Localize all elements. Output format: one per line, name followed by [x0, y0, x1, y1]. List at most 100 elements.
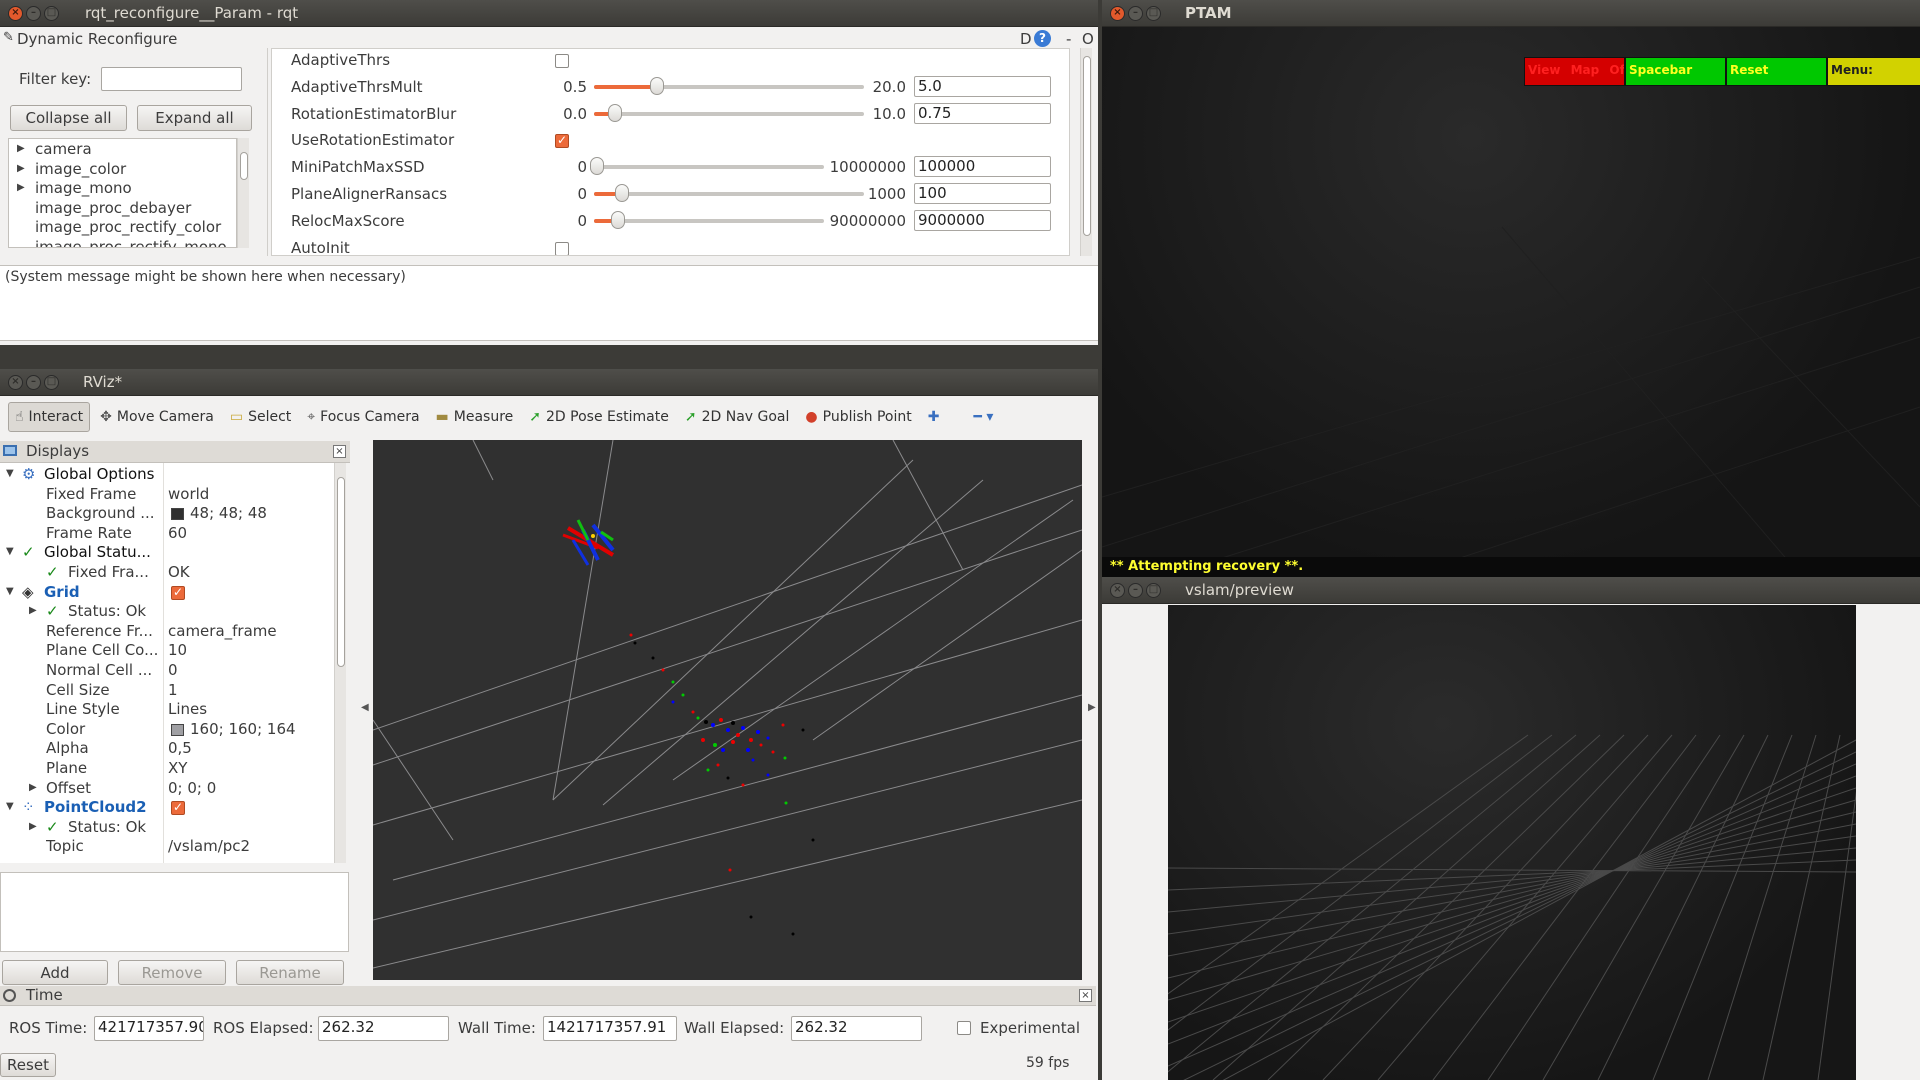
property-value[interactable]: 1	[168, 681, 178, 699]
display-property-row[interactable]: Topic/vslam/pc2	[0, 837, 334, 857]
tree-item[interactable]: ▶ image_color	[9, 160, 236, 180]
ros-elapsed-field[interactable]: 262.32	[318, 1016, 449, 1041]
expand-arrow-icon[interactable]: ▶	[17, 163, 25, 174]
collapse-right-icon[interactable]: ▶	[1088, 702, 1096, 713]
param-slider-track[interactable]	[594, 111, 864, 116]
param-slider-knob[interactable]	[590, 157, 605, 176]
experimental-checkbox[interactable]	[957, 1021, 971, 1035]
display-property-row[interactable]: Plane Cell Co... 10	[0, 641, 334, 661]
display-property-row[interactable]: Color 160; 160; 164	[0, 720, 334, 740]
close-icon[interactable]: ×	[8, 374, 23, 390]
property-value[interactable]: 48; 48; 48	[190, 504, 267, 522]
param-slider-knob[interactable]	[608, 103, 623, 122]
display-property-row[interactable]: Line Style Lines	[0, 700, 334, 720]
display-property-row[interactable]: Frame Rate 60	[0, 524, 334, 544]
help-icon[interactable]: ?	[1034, 30, 1051, 47]
param-slider-knob[interactable]	[615, 184, 629, 202]
display-property-row[interactable]: Normal Cell ... 0	[0, 661, 334, 681]
minimize-icon[interactable]: –	[26, 5, 41, 21]
wall-elapsed-field[interactable]: 262.32	[791, 1016, 922, 1041]
plugin-d-button[interactable]: D	[1020, 30, 1032, 48]
maximize-icon[interactable]: □	[44, 5, 59, 21]
param-scrollbar[interactable]	[1080, 48, 1092, 256]
expand-all-button[interactable]: Expand all	[137, 105, 252, 131]
param-slider-knob[interactable]	[650, 76, 665, 95]
close-icon[interactable]: ×	[8, 5, 23, 21]
param-checkbox[interactable]	[555, 133, 569, 149]
plugin-close-button[interactable]: O	[1082, 30, 1094, 48]
param-slider-track[interactable]	[594, 218, 824, 223]
param-slider-track[interactable]	[594, 165, 824, 170]
tree-item[interactable]: image_proc_rectify_color	[9, 218, 236, 238]
vslam-titlebar[interactable]: × – □ vslam/preview	[1102, 577, 1920, 604]
ptam-camera-view[interactable]: View Map Off Spacebar Reset Menu: ** Attemp…	[1102, 27, 1920, 577]
tool-2d-nav-goal[interactable]: ➚ 2D Nav Goal	[679, 402, 796, 432]
ptam-menu-button[interactable]: Menu:	[1827, 57, 1920, 86]
property-value[interactable]: 60	[168, 524, 187, 542]
display-property-row[interactable]: ✓ Fixed Fra... OK	[0, 563, 334, 583]
display-property-row[interactable]: Fixed Frame world	[0, 485, 334, 505]
param-value-input[interactable]: 5.0	[914, 75, 1051, 97]
reset-button[interactable]: Reset	[0, 1053, 56, 1077]
property-value[interactable]: /vslam/pc2	[168, 837, 250, 855]
rename-display-button[interactable]: Rename	[236, 960, 344, 985]
color-swatch[interactable]	[171, 723, 184, 736]
node-tree-scrollbar[interactable]	[237, 138, 249, 248]
ptam-menu-button[interactable]: View Map Off	[1524, 57, 1625, 86]
splitter-handle[interactable]	[260, 48, 268, 256]
ros-time-field[interactable]: 421717357.90	[94, 1016, 204, 1041]
minimize-icon[interactable]: –	[1128, 5, 1143, 21]
display-property-row[interactable]: Alpha 0,5	[0, 739, 334, 759]
close-icon[interactable]: ×	[1110, 582, 1125, 598]
maximize-icon[interactable]: □	[1146, 582, 1161, 598]
display-enable-checkbox[interactable]	[171, 585, 185, 600]
minimize-icon[interactable]: –	[1128, 582, 1143, 598]
minimize-icon[interactable]: –	[26, 374, 41, 390]
collapse-arrow-icon[interactable]: ▼	[6, 546, 14, 557]
maximize-icon[interactable]: □	[44, 374, 59, 390]
display-property-row[interactable]: Reference Fr... camera_frame	[0, 622, 334, 642]
display-property-row[interactable]: ▼ ⚙ Global Options	[0, 465, 334, 485]
collapse-all-button[interactable]: Collapse all	[10, 105, 127, 131]
display-property-row[interactable]: ▼ ⁘ PointCloud2	[0, 798, 334, 818]
ptam-menu-button[interactable]: Spacebar	[1625, 57, 1726, 86]
display-property-row[interactable]: Plane XY	[0, 759, 334, 779]
display-property-row[interactable]: Background ... 48; 48; 48	[0, 504, 334, 524]
display-property-row[interactable]: ▶ ✓ Status: Ok	[0, 818, 334, 838]
property-value[interactable]: 0,5	[168, 739, 192, 757]
maximize-icon[interactable]: □	[1146, 5, 1161, 21]
remove-tool-button[interactable]: ━ ▾	[949, 402, 999, 432]
color-swatch[interactable]	[171, 508, 184, 521]
param-value-input[interactable]: 100000	[914, 156, 1051, 178]
ptam-menu-button[interactable]: Reset	[1726, 57, 1827, 86]
expand-arrow-icon[interactable]: ▶	[17, 182, 25, 193]
param-slider-track[interactable]	[594, 192, 864, 196]
wall-time-field[interactable]: 1421717357.91	[543, 1016, 677, 1041]
property-value[interactable]: world	[168, 485, 209, 503]
expand-arrow-icon[interactable]: ▶	[29, 821, 37, 832]
tool-2d-pose-estimate[interactable]: ➚ 2D Pose Estimate	[523, 402, 675, 432]
property-value[interactable]: OK	[168, 563, 190, 581]
collapse-arrow-icon[interactable]: ▼	[6, 468, 14, 479]
tool-focus-camera[interactable]: ⌖ Focus Camera	[301, 402, 425, 432]
ptam-titlebar[interactable]: × – □ PTAM	[1102, 0, 1920, 27]
display-property-row[interactable]: ▼ ✓ Global Statu...	[0, 543, 334, 563]
property-value[interactable]: camera_frame	[168, 622, 277, 640]
tool-interact[interactable]: ☝ Interact	[8, 402, 91, 432]
property-value[interactable]: 10	[168, 641, 187, 659]
tree-item[interactable]: ▶ image_mono	[9, 179, 236, 199]
param-value-input[interactable]: 0.75	[914, 102, 1051, 124]
panel-close-icon[interactable]: ×	[1079, 989, 1092, 1002]
tool-select[interactable]: ▭ Select	[224, 402, 297, 432]
add-tool-button[interactable]: ✚	[922, 402, 946, 432]
expand-arrow-icon[interactable]: ▶	[17, 143, 25, 154]
param-slider-knob[interactable]	[611, 210, 625, 229]
param-value-input[interactable]: 9000000	[914, 209, 1051, 231]
3d-view[interactable]	[373, 440, 1082, 980]
expand-arrow-icon[interactable]: ▶	[29, 782, 37, 793]
filter-key-input[interactable]	[101, 67, 242, 91]
param-checkbox[interactable]	[555, 241, 569, 255]
collapse-arrow-icon[interactable]: ▼	[6, 586, 14, 597]
param-value-input[interactable]: 100	[914, 183, 1051, 204]
property-value[interactable]: 160; 160; 164	[190, 720, 296, 738]
